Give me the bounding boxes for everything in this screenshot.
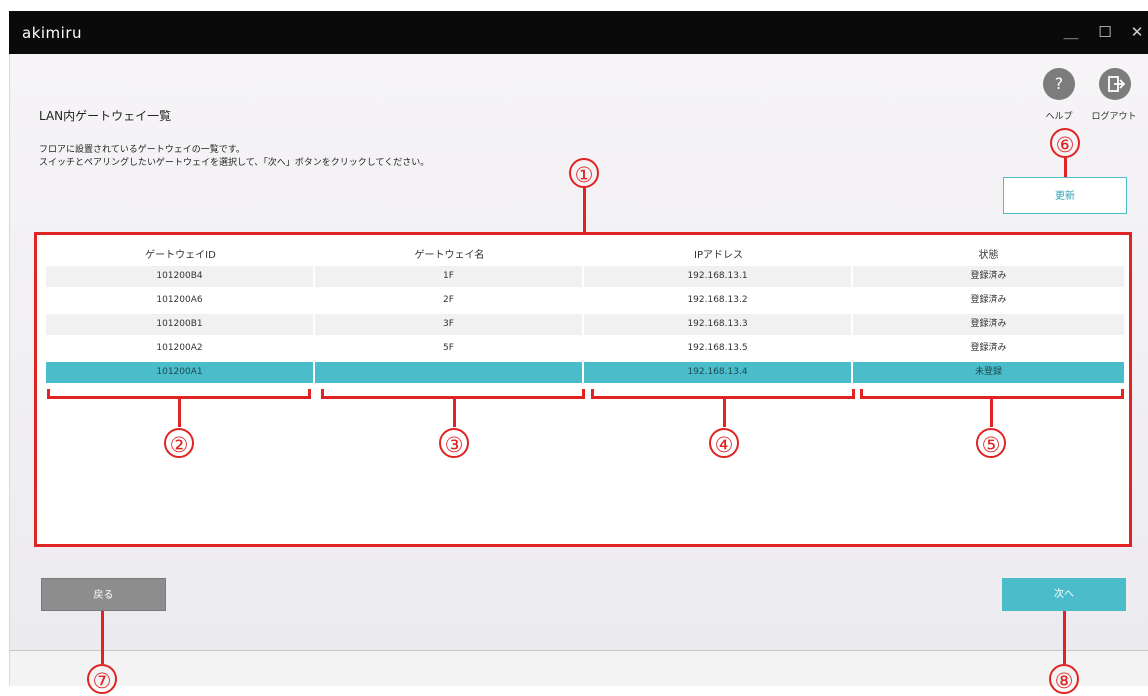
bracket-col-1-left xyxy=(47,389,50,399)
header-status[interactable]: 状態 xyxy=(853,246,1124,266)
bracket-col-1-right xyxy=(308,389,311,399)
callout-4: ④ xyxy=(709,428,739,458)
logout-label: ログアウト xyxy=(1091,112,1137,122)
header-gateway-id[interactable]: ゲートウェイID xyxy=(46,246,315,266)
description-line: スイッチとペアリングしたいゲートウェイを選択して、「次へ」ボタンをクリックしてく… xyxy=(39,158,430,168)
description-line: フロアに設置されているゲートウェイの一覧です。 xyxy=(39,145,245,155)
cell-status: 登録済み xyxy=(970,295,1007,305)
callout-8-leader xyxy=(1063,611,1066,664)
cell-ip-address: 192.168.13.5 xyxy=(584,338,853,359)
app-title: akimiru xyxy=(22,24,82,42)
back-button[interactable]: 戻る xyxy=(41,578,166,611)
cell-status: 登録済み xyxy=(970,319,1007,329)
callout-4-leader xyxy=(723,399,726,427)
cell-ip-address: 192.168.13.4 xyxy=(584,362,853,383)
minimize-icon[interactable]: ＿ xyxy=(1056,19,1086,45)
help-label: ヘルプ xyxy=(1045,112,1073,122)
callout-7: ⑦ xyxy=(87,664,117,694)
table-row[interactable]: 101200A2 5F 192.168.13.5 登録済み xyxy=(46,338,1124,359)
bracket-col-3-left xyxy=(591,389,594,399)
callout-1: ① xyxy=(569,158,599,188)
next-button[interactable]: 次へ xyxy=(1002,578,1126,611)
cell-gateway-name: 1F xyxy=(315,266,584,287)
cell-ip-address: 192.168.13.3 xyxy=(584,314,853,335)
cell-gateway-id: 101200A6 xyxy=(46,290,315,311)
title-bar: akimiru ＿ ☐ ✕ xyxy=(9,11,1148,54)
cell-gateway-name: 5F xyxy=(315,338,584,359)
callout-7-leader xyxy=(101,611,104,664)
bracket-col-2-left xyxy=(321,389,324,399)
bracket-col-2-right xyxy=(582,389,585,399)
cell-ip-address: 192.168.13.1 xyxy=(584,266,853,287)
cell-ip-address: 192.168.13.2 xyxy=(584,290,853,311)
help-button[interactable]: ? xyxy=(1043,68,1075,100)
footer-strip xyxy=(9,650,1148,686)
logout-icon xyxy=(1108,76,1126,92)
table-row[interactable]: 101200B1 3F 192.168.13.3 登録済み xyxy=(46,314,1124,335)
callout-5-leader xyxy=(990,399,993,427)
table-header: ゲートウェイID ゲートウェイ名 IPアドレス 状態 xyxy=(46,246,1124,266)
table-row-selected[interactable]: 101200A1 192.168.13.4 未登録 xyxy=(46,362,1124,383)
header-gateway-name[interactable]: ゲートウェイ名 xyxy=(315,246,584,266)
logout-button[interactable] xyxy=(1099,68,1131,100)
cell-gateway-id: 101200A2 xyxy=(46,338,315,359)
table-row[interactable]: 101200A6 2F 192.168.13.2 登録済み xyxy=(46,290,1124,311)
callout-6: ⑥ xyxy=(1050,128,1080,158)
bracket-col-3-right xyxy=(852,389,855,399)
cell-gateway-id: 101200A1 xyxy=(46,362,315,383)
callout-5: ⑤ xyxy=(976,428,1006,458)
callout-6-leader xyxy=(1064,158,1067,177)
callout-2-leader xyxy=(178,399,181,427)
maximize-icon[interactable]: ☐ xyxy=(1090,19,1120,45)
bracket-col-4-right xyxy=(1121,389,1124,399)
table-row[interactable]: 101200B4 1F 192.168.13.1 登録済み xyxy=(46,266,1124,287)
refresh-button[interactable]: 更新 xyxy=(1003,177,1127,214)
callout-2: ② xyxy=(164,428,194,458)
callout-8: ⑧ xyxy=(1049,664,1079,694)
page-description: フロアに設置されているゲートウェイの一覧です。 スイッチとペアリングしたいゲート… xyxy=(39,144,429,170)
cell-gateway-id: 101200B1 xyxy=(46,314,315,335)
question-icon: ? xyxy=(1054,74,1064,93)
cell-status: 未登録 xyxy=(974,367,1002,377)
cell-gateway-name: 2F xyxy=(315,290,584,311)
callout-3-leader xyxy=(453,399,456,427)
cell-gateway-id: 101200B4 xyxy=(46,266,315,287)
cell-gateway-name: 3F xyxy=(315,314,584,335)
cell-status: 登録済み xyxy=(970,271,1007,281)
callout-3: ③ xyxy=(439,428,469,458)
cell-status: 登録済み xyxy=(970,343,1007,353)
callout-1-leader xyxy=(583,188,586,232)
cell-gateway-name xyxy=(315,362,584,383)
bracket-col-4-left xyxy=(860,389,863,399)
close-icon[interactable]: ✕ xyxy=(1122,19,1148,45)
header-ip-address[interactable]: IPアドレス xyxy=(584,246,853,266)
page-title: LAN内ゲートウェイ一覧 xyxy=(39,109,172,123)
